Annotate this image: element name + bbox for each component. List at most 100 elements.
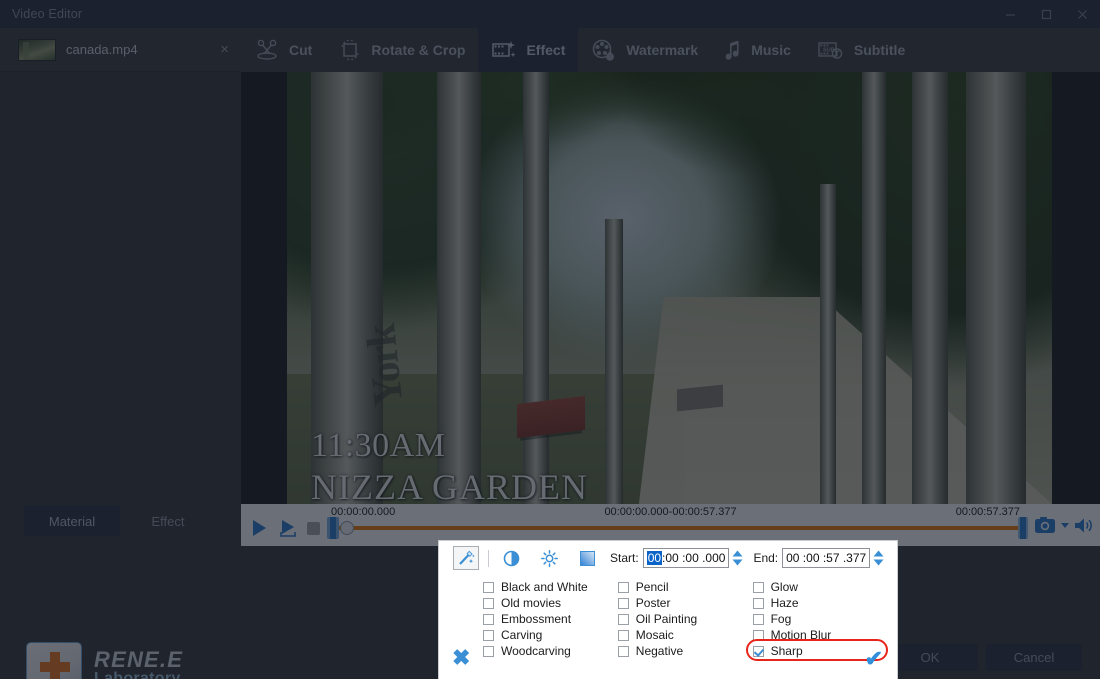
- video-overlay-text: 11:30AM NIZZA GARDEN: [311, 425, 588, 504]
- video-tree-4: [605, 219, 623, 504]
- dialog-footer: OK Cancel: [882, 644, 1082, 671]
- checkbox-negative[interactable]: [618, 646, 629, 657]
- toolbar-item-effect[interactable]: Effect: [478, 28, 578, 72]
- checkbox-mosaic[interactable]: [618, 630, 629, 641]
- check-icon[interactable]: ✔: [865, 648, 883, 670]
- watermark-drop-icon: [591, 38, 617, 62]
- gradient-square-icon[interactable]: [574, 546, 600, 570]
- toolbar-item-music[interactable]: Music: [711, 28, 804, 72]
- tab-effect[interactable]: Effect: [120, 506, 216, 536]
- chevron-down-icon[interactable]: [1060, 520, 1070, 530]
- effect-row-negative[interactable]: Negative: [618, 643, 753, 659]
- end-spinner-arrows[interactable]: [873, 550, 884, 566]
- speaker-icon[interactable]: [1074, 517, 1094, 534]
- playback-controls: [249, 518, 320, 538]
- brightness-icon[interactable]: [536, 546, 562, 570]
- video-frame[interactable]: York 11:30AM NIZZA GARDEN: [287, 72, 1052, 504]
- effect-list: Black and White Old movies Embossment Ca…: [439, 575, 897, 679]
- toolbar-label-cut: Cut: [289, 42, 312, 58]
- effect-row-woodcarving[interactable]: Woodcarving: [483, 643, 618, 659]
- checkbox-pencil[interactable]: [618, 582, 629, 593]
- trim-handle-start[interactable]: [327, 517, 339, 539]
- play-selection-icon[interactable]: [278, 518, 298, 538]
- checkbox-woodcarving[interactable]: [483, 646, 494, 657]
- checkbox-carving[interactable]: [483, 630, 494, 641]
- toolbar-item-cut[interactable]: Cut: [241, 28, 325, 72]
- playhead-handle[interactable]: [340, 521, 354, 535]
- start-time-input[interactable]: 00:00 :00 .000: [643, 548, 730, 568]
- checkbox-sharp[interactable]: [753, 646, 764, 657]
- toolbar-divider: [488, 550, 489, 567]
- effect-row-embossment[interactable]: Embossment: [483, 611, 618, 627]
- end-time-input[interactable]: 00 :00 :57 .377: [782, 548, 870, 568]
- media-file-item[interactable]: canada.mp4 ×: [0, 28, 241, 72]
- window-controls: [992, 0, 1100, 28]
- start-time-spinner[interactable]: Start: 00:00 :00 .000: [610, 548, 743, 568]
- toolbar-label-subtitle: Subtitle: [854, 42, 905, 58]
- effect-row-fog[interactable]: Fog: [753, 611, 897, 627]
- effect-label: Black and White: [501, 580, 588, 594]
- start-spinner-arrows[interactable]: [732, 550, 743, 566]
- scissors-icon: [254, 38, 280, 62]
- effect-label: Sharp: [771, 644, 803, 658]
- video-preview-area: York 11:30AM NIZZA GARDEN: [241, 72, 1100, 504]
- overlay-line-1: 11:30AM: [311, 425, 588, 466]
- effect-row-pencil[interactable]: Pencil: [618, 579, 753, 595]
- contrast-icon[interactable]: [498, 546, 524, 570]
- checkbox-poster[interactable]: [618, 598, 629, 609]
- camera-icon[interactable]: [1034, 516, 1056, 534]
- toolbar-item-watermark[interactable]: Watermark: [578, 28, 711, 72]
- checkbox-fog[interactable]: [753, 614, 764, 625]
- effect-label: Fog: [771, 612, 792, 626]
- effect-row-black-and-white[interactable]: Black and White: [483, 579, 618, 595]
- effect-label: Oil Painting: [636, 612, 697, 626]
- video-tree-5: [966, 72, 1026, 504]
- effect-row-motion-blur[interactable]: Motion Blur: [753, 627, 897, 643]
- spinner-down-icon: [873, 559, 884, 566]
- tab-material[interactable]: Material: [24, 506, 120, 536]
- effect-row-carving[interactable]: Carving: [483, 627, 618, 643]
- film-sparkle-icon: [491, 38, 517, 62]
- brand-name: RENE.E: [94, 648, 183, 671]
- start-rest-segment[interactable]: :00 :00 .000: [662, 551, 725, 565]
- effect-label: Glow: [771, 580, 798, 594]
- time-end-label: 00:00:57.377: [956, 506, 1020, 518]
- minimize-icon[interactable]: [992, 0, 1028, 28]
- effect-row-old-movies[interactable]: Old movies: [483, 595, 618, 611]
- effect-label: Haze: [771, 596, 799, 610]
- timeline-track[interactable]: [335, 526, 1020, 530]
- file-name-label: canada.mp4: [66, 42, 138, 57]
- checkbox-oil-painting[interactable]: [618, 614, 629, 625]
- brand-subtitle: Laboratory: [94, 671, 183, 679]
- checkbox-motion-blur[interactable]: [753, 630, 764, 641]
- effect-row-poster[interactable]: Poster: [618, 595, 753, 611]
- effect-row-glow[interactable]: Glow: [753, 579, 897, 595]
- stop-icon[interactable]: [307, 522, 320, 535]
- left-sidebar: canada.mp4 × Material Effect RENE.E Labo…: [0, 28, 241, 679]
- checkbox-haze[interactable]: [753, 598, 764, 609]
- video-bark-text: York: [357, 323, 413, 408]
- trim-handle-end[interactable]: [1018, 517, 1028, 539]
- magic-wand-icon[interactable]: [453, 546, 479, 570]
- toolbar-item-subtitle[interactable]: SUB Subtitle: [804, 28, 918, 72]
- effect-settings-dialog: Start: 00:00 :00 .000 End: 00 :00 :57 .3…: [438, 540, 898, 679]
- play-icon[interactable]: [249, 518, 269, 538]
- checkbox-glow[interactable]: [753, 582, 764, 593]
- effect-row-mosaic[interactable]: Mosaic: [618, 627, 753, 643]
- maximize-icon[interactable]: [1028, 0, 1064, 28]
- effect-row-oil-painting[interactable]: Oil Painting: [618, 611, 753, 627]
- checkbox-old-movies[interactable]: [483, 598, 494, 609]
- effect-row-haze[interactable]: Haze: [753, 595, 897, 611]
- toolbar-item-rotate-crop[interactable]: Rotate & Crop: [325, 28, 478, 72]
- close-icon[interactable]: [1064, 0, 1100, 28]
- subtitle-icon: SUB: [817, 38, 845, 62]
- cancel-button[interactable]: Cancel: [986, 644, 1082, 671]
- checkbox-embossment[interactable]: [483, 614, 494, 625]
- remove-file-icon[interactable]: ×: [220, 42, 229, 57]
- x-icon[interactable]: ✖: [452, 647, 470, 669]
- start-hours-segment[interactable]: 00: [647, 551, 662, 565]
- file-thumbnail: [18, 39, 56, 61]
- end-time-spinner[interactable]: End: 00 :00 :57 .377: [753, 548, 884, 568]
- brand-logo: RENE.E Laboratory: [26, 642, 183, 679]
- checkbox-black-and-white[interactable]: [483, 582, 494, 593]
